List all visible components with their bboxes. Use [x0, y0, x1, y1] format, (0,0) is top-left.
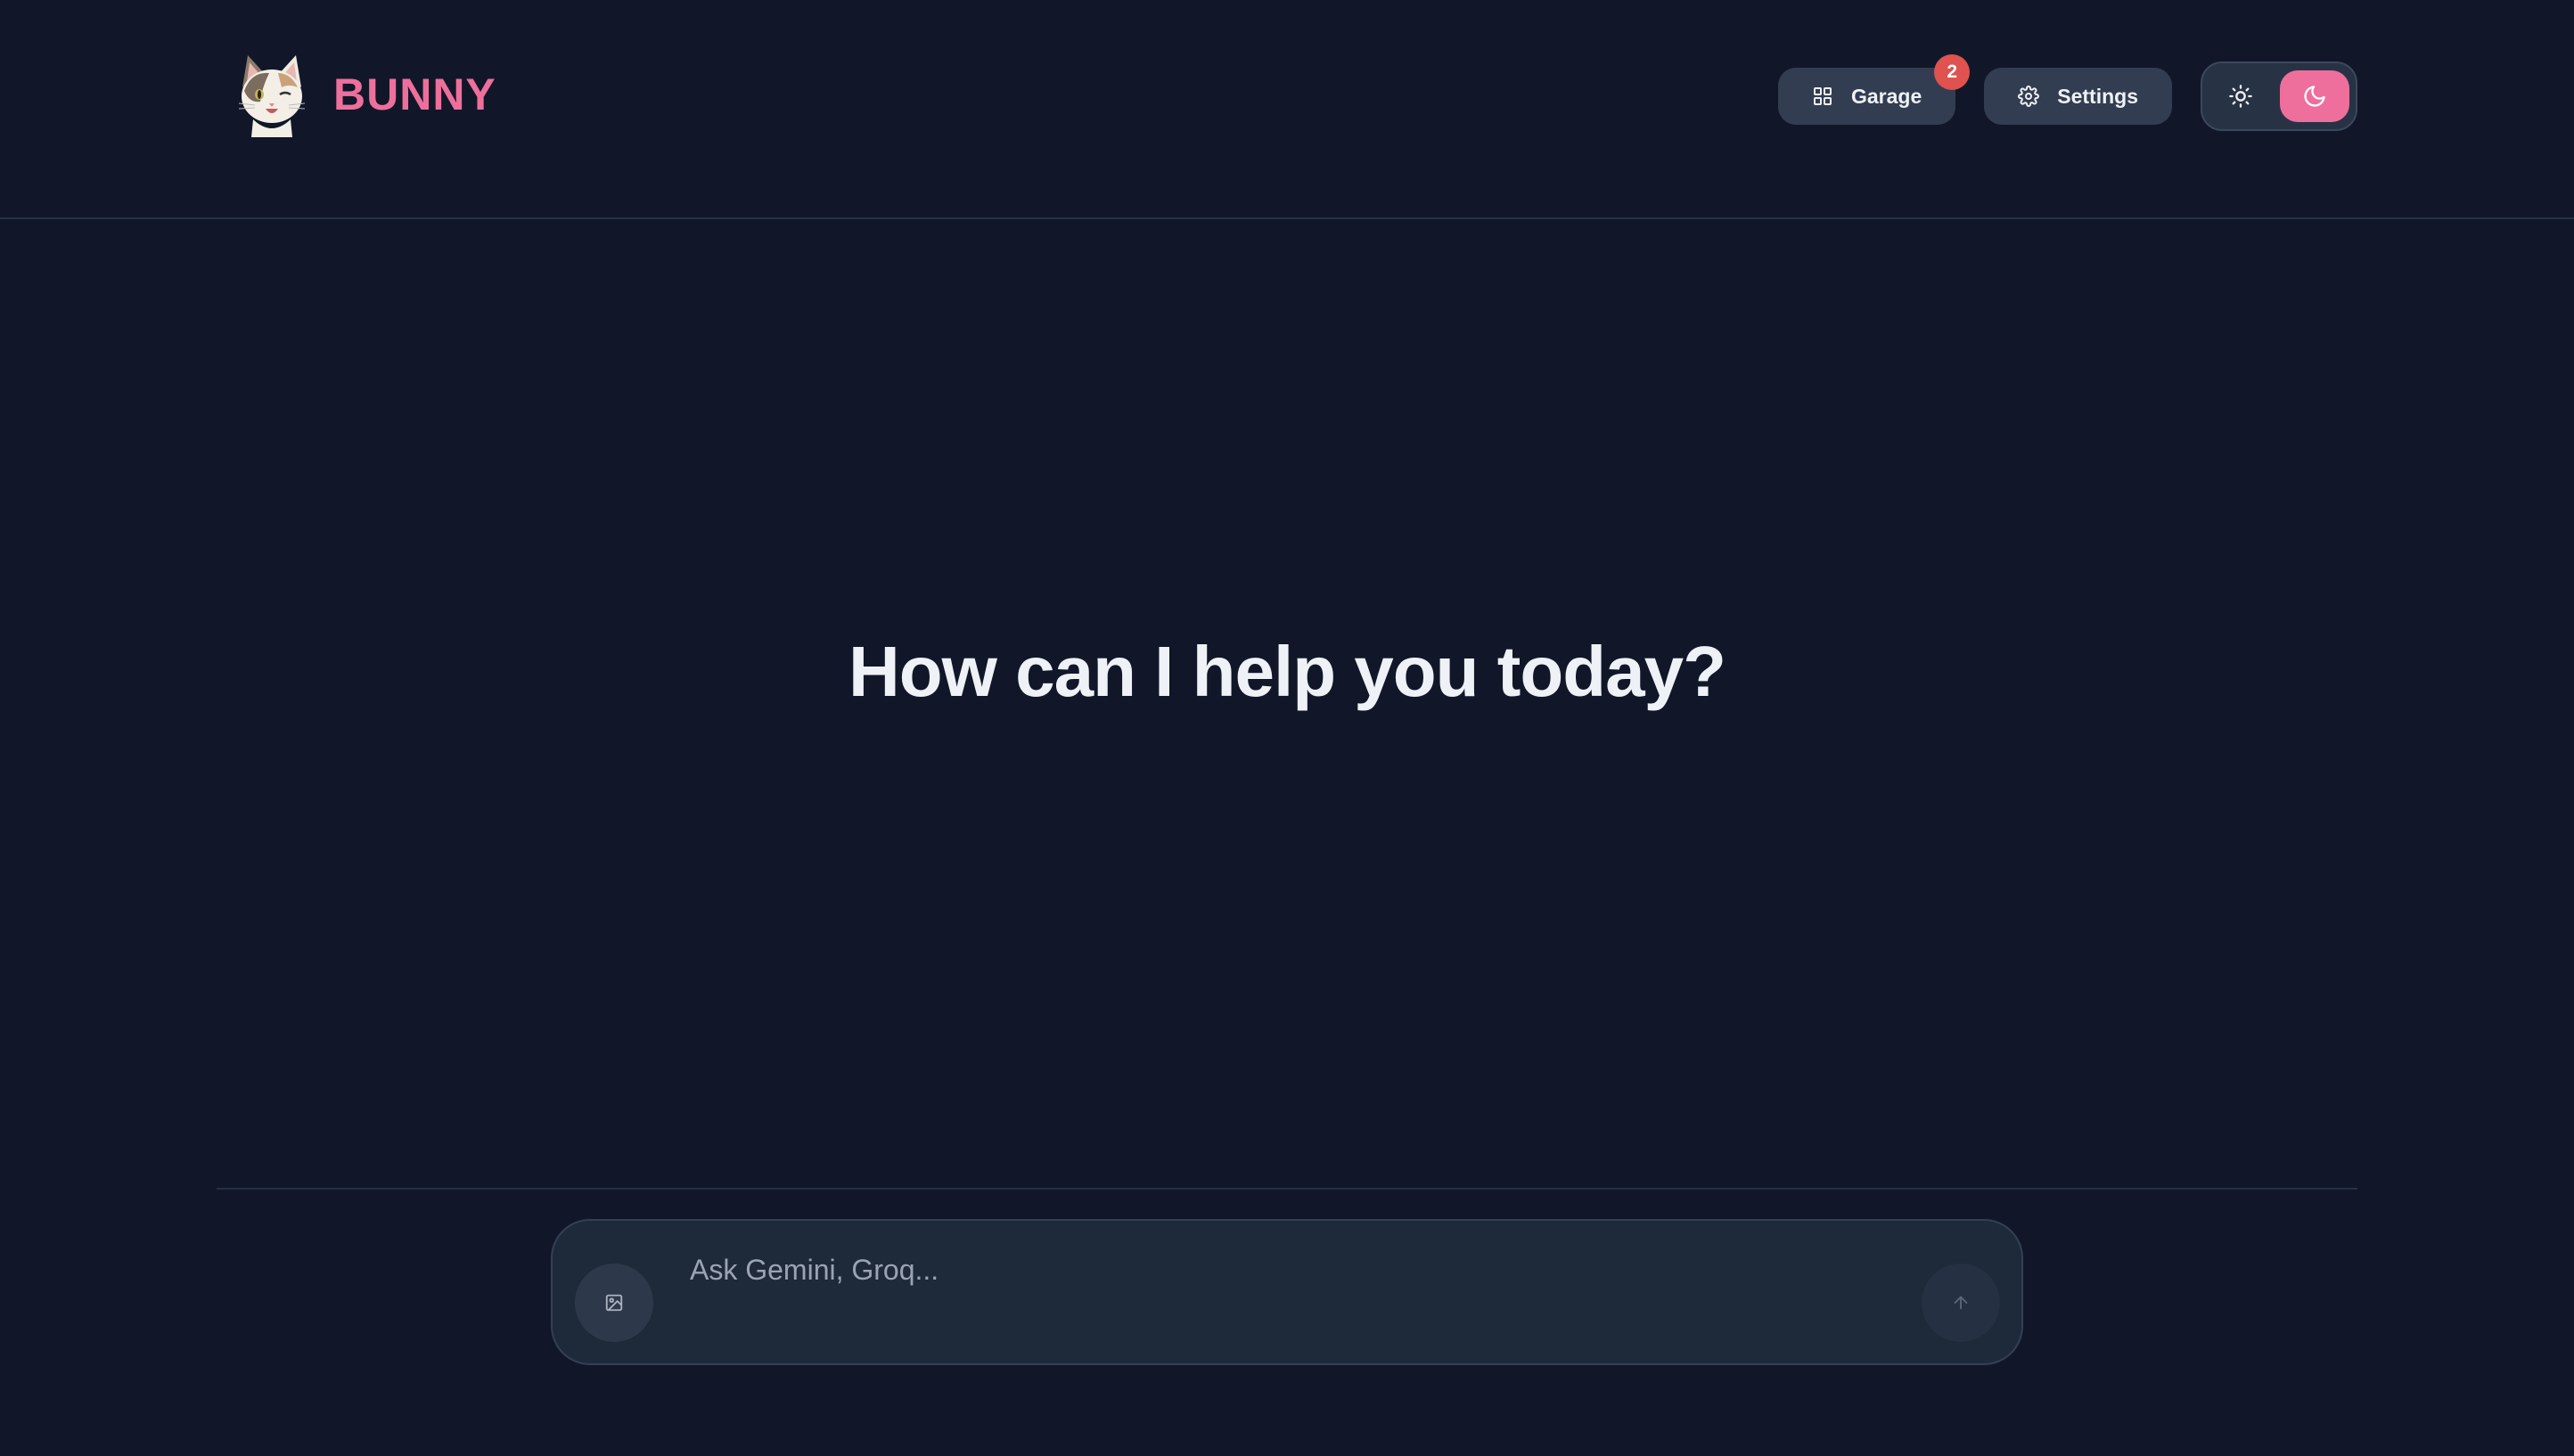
- light-theme-button[interactable]: [2228, 84, 2253, 109]
- moon-icon: [2304, 86, 2325, 107]
- garage-button[interactable]: Garage 2: [1778, 54, 1971, 125]
- grid-icon: [1814, 87, 1832, 105]
- chat-input[interactable]: [688, 1239, 1918, 1301]
- dark-theme-button[interactable]: [2280, 70, 2349, 122]
- sun-icon: [2229, 85, 2252, 108]
- brand[interactable]: BUNNY: [234, 52, 496, 137]
- app-header: BUNNY Garage 2 Settings: [0, 0, 2574, 219]
- theme-toggle: [2201, 61, 2357, 131]
- app-name: BUNNY: [333, 70, 496, 119]
- greeting-heading: How can I help you today?: [848, 632, 1726, 711]
- garage-label: Garage: [1851, 84, 1922, 108]
- arrow-up-icon: [1954, 1296, 1968, 1310]
- cat-face-icon: [238, 55, 306, 137]
- composer-divider: [217, 1188, 2357, 1190]
- send-button[interactable]: [1922, 1264, 2000, 1342]
- settings-label: Settings: [2057, 84, 2138, 108]
- header-actions: Garage 2 Settings: [1778, 54, 2357, 131]
- chat-composer: [551, 1219, 2023, 1365]
- settings-button[interactable]: Settings: [1984, 68, 2172, 125]
- image-upload-button[interactable]: [575, 1264, 653, 1342]
- image-icon: [605, 1294, 623, 1312]
- garage-count-badge: 2: [1934, 54, 1971, 90]
- gear-icon: [2018, 86, 2040, 107]
